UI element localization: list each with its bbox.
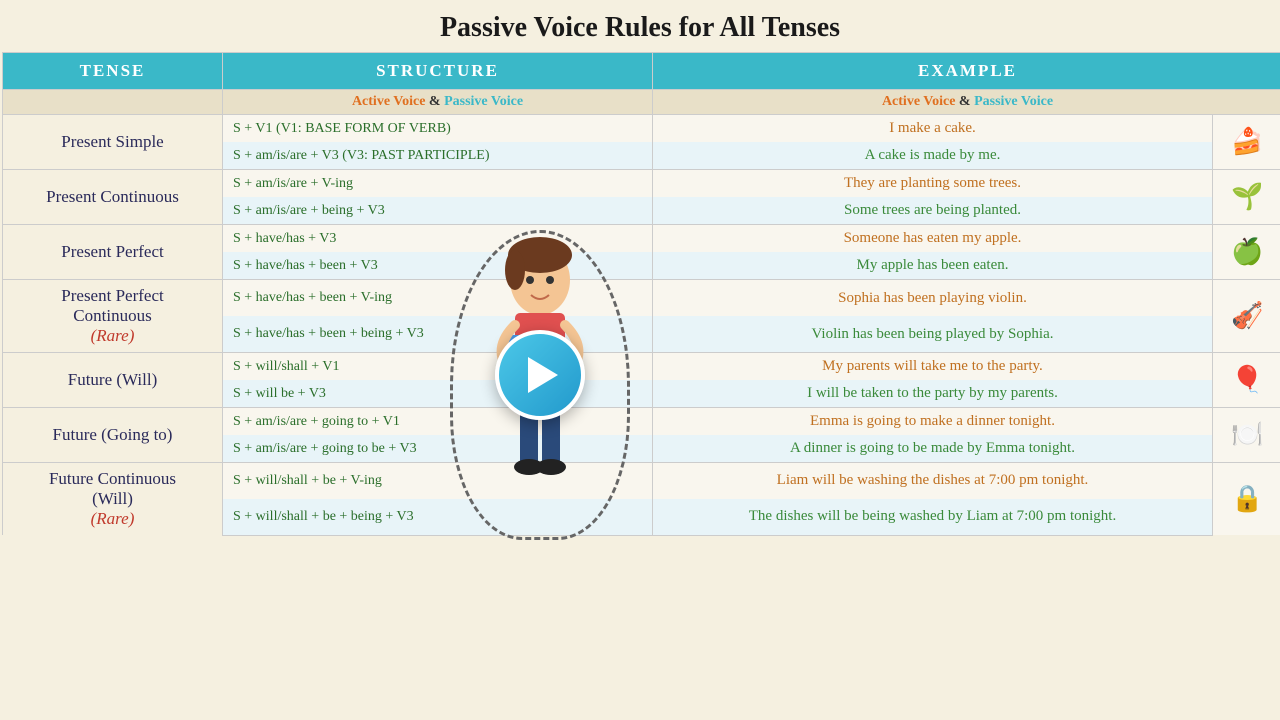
active-example-cell: My parents will take me to the party. bbox=[653, 353, 1213, 381]
passive-example-cell: A dinner is going to be made by Emma ton… bbox=[653, 435, 1213, 463]
passive-example-cell: A cake is made by me. bbox=[653, 142, 1213, 170]
icon-cell: 🌱 bbox=[1213, 170, 1280, 225]
icon-cell: 🍏 bbox=[1213, 225, 1280, 280]
ampersand: & bbox=[429, 94, 444, 109]
tense-cell: Future Continuous(Will)(Rare) bbox=[3, 463, 223, 536]
passive-structure-cell: S + am/is/are + being + V3 bbox=[223, 197, 653, 225]
tense-subheader bbox=[3, 90, 223, 115]
passive-example-cell: My apple has been eaten. bbox=[653, 252, 1213, 280]
tense-cell: Present Perfect bbox=[3, 225, 223, 280]
video-overlay bbox=[430, 230, 650, 590]
icon-cell: 🔒 bbox=[1213, 463, 1280, 536]
table-row: Present ContinuousS + am/is/are + V-ingT… bbox=[3, 170, 1280, 198]
structure-subheader: Active Voice & Passive Voice bbox=[223, 90, 653, 115]
page-title: Passive Voice Rules for All Tenses bbox=[0, 0, 1280, 52]
example-passive-label: Passive Voice bbox=[974, 94, 1053, 109]
passive-example-cell: Violin has been being played by Sophia. bbox=[653, 316, 1213, 353]
tense-cell: Future (Going to) bbox=[3, 408, 223, 463]
example-subheader: Active Voice & Passive Voice bbox=[653, 90, 1280, 115]
icon-cell: 🍽️ bbox=[1213, 408, 1280, 463]
tense-cell: Future (Will) bbox=[3, 353, 223, 408]
structure-header: STRUCTURE bbox=[223, 53, 653, 90]
active-structure-cell: S + V1 (V1: BASE FORM OF VERB) bbox=[223, 115, 653, 143]
active-voice-label: Active Voice bbox=[352, 94, 425, 109]
rare-label: (Rare) bbox=[91, 326, 135, 345]
active-example-cell: Someone has eaten my apple. bbox=[653, 225, 1213, 253]
tense-cell: Present PerfectContinuous(Rare) bbox=[3, 280, 223, 353]
passive-example-cell: Some trees are being planted. bbox=[653, 197, 1213, 225]
active-example-cell: Emma is going to make a dinner tonight. bbox=[653, 408, 1213, 436]
rare-label: (Rare) bbox=[91, 509, 135, 528]
example-active-label: Active Voice bbox=[882, 94, 955, 109]
active-example-cell: They are planting some trees. bbox=[653, 170, 1213, 198]
play-button[interactable] bbox=[495, 330, 585, 420]
icon-cell: 🎻 bbox=[1213, 280, 1280, 353]
active-example-cell: Sophia has been playing violin. bbox=[653, 280, 1213, 317]
icon-cell: 🎈 bbox=[1213, 353, 1280, 408]
active-example-cell: Liam will be washing the dishes at 7:00 … bbox=[653, 463, 1213, 499]
example-header: EXAMPLE bbox=[653, 53, 1280, 90]
table-subheader-row: Active Voice & Passive Voice Active Voic… bbox=[3, 90, 1280, 115]
play-icon bbox=[528, 357, 558, 393]
tense-cell: Present Continuous bbox=[3, 170, 223, 225]
passive-example-cell: The dishes will be being washed by Liam … bbox=[653, 499, 1213, 535]
passive-voice-label: Passive Voice bbox=[444, 94, 523, 109]
table-row: Present SimpleS + V1 (V1: BASE FORM OF V… bbox=[3, 115, 1280, 143]
example-ampersand: & bbox=[959, 94, 974, 109]
passive-example-cell: I will be taken to the party by my paren… bbox=[653, 380, 1213, 408]
tense-header: TENSE bbox=[3, 53, 223, 90]
table-header-row: TENSE STRUCTURE EXAMPLE bbox=[3, 53, 1280, 90]
active-structure-cell: S + am/is/are + V-ing bbox=[223, 170, 653, 198]
tense-cell: Present Simple bbox=[3, 115, 223, 170]
passive-structure-cell: S + am/is/are + V3 (V3: PAST PARTICIPLE) bbox=[223, 142, 653, 170]
icon-cell: 🍰 bbox=[1213, 115, 1280, 170]
active-example-cell: I make a cake. bbox=[653, 115, 1213, 143]
